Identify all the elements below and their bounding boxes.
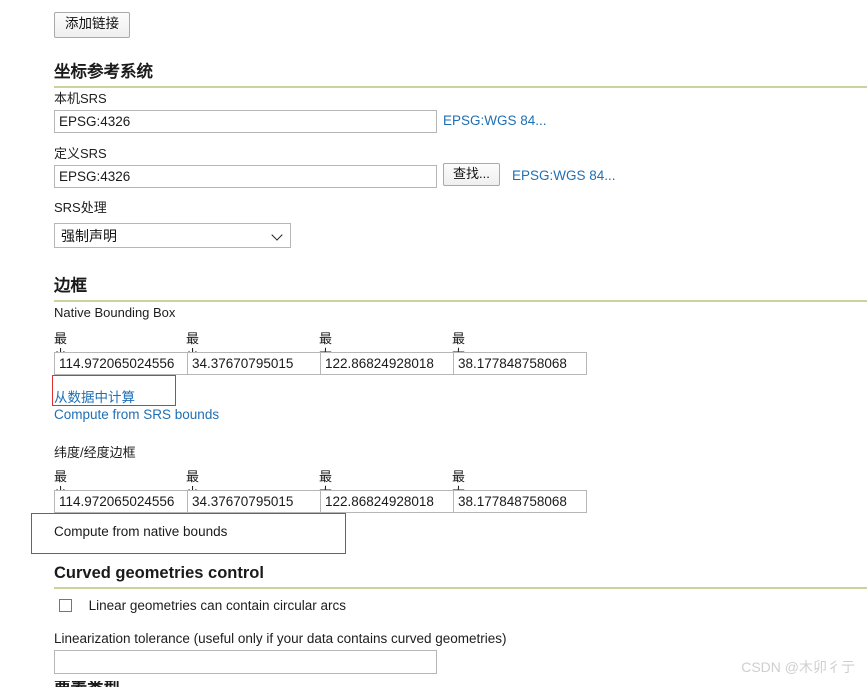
compute-from-native-bounds-link[interactable]: Compute from native bounds [54,524,227,539]
next-section-heading-clipped: 要素类型 [54,681,354,687]
circular-arcs-label: Linear geometries can contain circular a… [88,597,346,613]
latlon-bbox-maxy-input[interactable] [453,490,587,513]
latlon-bbox-title: 纬度/经度边框 [54,445,136,460]
native-bbox-title: Native Bounding Box [54,305,176,320]
compute-from-srs-bounds-link[interactable]: Compute from SRS bounds [54,407,219,422]
declared-srs-epsg-note: EPSG:WGS 84... [512,168,616,183]
linearization-tolerance-input[interactable] [54,650,437,674]
declared-srs-input[interactable] [54,165,437,188]
find-srs-button[interactable]: 查找... [443,163,500,187]
curved-section-heading: Curved geometries control [54,564,867,589]
native-bbox-miny-input[interactable] [187,352,321,375]
native-bbox-minx-input[interactable] [54,352,188,375]
layer-edit-page: 添加链接 坐标参考系统 本机SRS EPSG:WGS 84... 定义SRS 查… [0,0,867,687]
next-section-heading-text: 要素类型 [54,681,354,687]
srs-handling-label: SRS处理 [54,200,107,215]
compute-from-data-link[interactable]: 从数据中计算 [54,386,135,406]
latlon-bbox-maxx-input[interactable] [320,490,454,513]
srs-handling-select[interactable]: 强制声明重新投影本机到定义保持本机 [54,223,291,248]
declared-srs-label: 定义SRS [54,146,107,161]
circular-arcs-row: Linear geometries can contain circular a… [59,597,346,614]
latlon-bbox-minx-input[interactable] [54,490,188,513]
native-srs-label: 本机SRS [54,91,107,106]
add-link-button[interactable]: 添加链接 [54,12,130,38]
latlon-bbox-miny-input[interactable] [187,490,321,513]
linearization-tolerance-label: Linearization tolerance (useful only if … [54,631,507,646]
circular-arcs-checkbox[interactable] [59,599,72,613]
bbox-section-heading: 边框 [54,272,867,302]
crs-section-heading: 坐标参考系统 [54,58,867,88]
csdn-watermark: CSDN @木卯彳亍 [741,659,855,675]
native-srs-input[interactable] [54,110,437,133]
native-bbox-maxx-input[interactable] [320,352,454,375]
native-srs-epsg-note: EPSG:WGS 84... [443,113,547,128]
native-bbox-maxy-input[interactable] [453,352,587,375]
